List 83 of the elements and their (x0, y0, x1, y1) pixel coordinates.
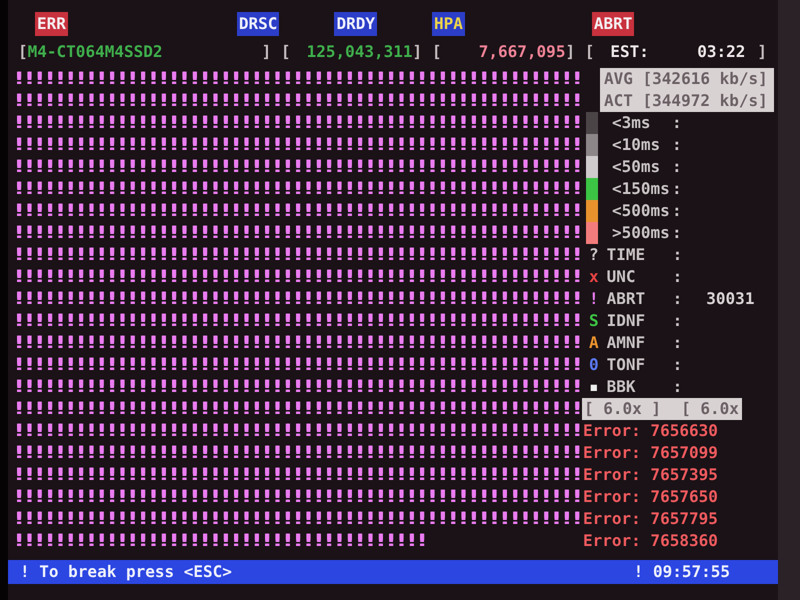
block-map-row: !!!!!!!!!!!!!!!!!!!!!!!!!!!!!!!!!!!!!!!!!!!!!!!!!!!!!!! (14, 442, 582, 464)
error-type-symbol: ? (589, 244, 599, 266)
block-map-row: !!!!!!!!!!!!!!!!!!!!!!!!!!!!!!!!!!!!!!!!!!!!!!!!!!!!!!! (14, 486, 582, 508)
scale-text: [ 6.0x (681, 398, 739, 420)
block-map-row: !!!!!!!!!!!!!!!!!!!!!!!!!!!!!!!!!!!!!!!!!!!!!!!!!!!!!!! (14, 464, 582, 486)
block-map-row: !!!!!!!!!!!!!!!!!!!!!!!!!!!!!!!!!!!!!!!!!!!!!!!!!!!!!!! (14, 332, 582, 354)
error-type-label: TIME (606, 245, 646, 264)
block-map-row: !!!!!!!!!!!!!!!!!!!!!!!!!!!!!!!!!!!!!!!!!!!!!!!!!!!!!!! (14, 134, 582, 156)
block-map-row: !!!!!!!!!!!!!!!!!!!!!!!!!!!!!!!!!!!!!!!!!!!!!!!!!!!!!!! (14, 244, 582, 266)
colon-text: : (672, 376, 682, 398)
block-map-row: !!!!!!!!!!!!!!!!!!!!!!!!!!!!!!!!!!!!!!!!!!!!!!!!!!!!!!! (14, 288, 582, 310)
status-clock: ! 09:57:55 (634, 561, 730, 583)
colon-text: : (672, 354, 682, 376)
actual-speed-text: ACT [344972 kb/s] (604, 90, 768, 112)
error-type-symbol: ▪ (589, 376, 599, 398)
block-map-row: !!!!!!!!!!!!!!!!!!!!!!!!!!!!!!!!!!!!!!!!!!!!!!!!!!!!!!! (14, 112, 582, 134)
scale-text: [ 6.0x ] (584, 398, 662, 420)
bracket-text: ] [ (565, 41, 594, 63)
error-type-symbol: x (589, 266, 599, 288)
block-map-row: !!!!!!!!!!!!!!!!!!!!!!!!!!!!!!!!!!!!!!!!!!!!!!!!!!!!!!! (14, 156, 582, 178)
average-speed-text: AVG [342616 kb/s] (604, 68, 768, 90)
colon-text: : (672, 178, 682, 200)
colon-text: : (672, 288, 682, 310)
drive-model-text: M4-CT064M4SSD2 (28, 41, 164, 63)
block-map-row: !!!!!!!!!!!!!!!!!!!!!!!!!!!!!!!!!!!!!!!!!!!!!!!!!!!!!!! (14, 222, 582, 244)
estimate-time: 03:22 (696, 41, 746, 63)
current-lba-text: 7,667,095 (478, 41, 566, 63)
latency-label: <50ms (612, 157, 660, 176)
error-type-label: IDNF (606, 311, 646, 330)
error-log-entry: Error: 7657795 (583, 508, 718, 530)
block-map-row: !!!!!!!!!!!!!!!!!!!!!!!!!!!!!!!!!!!!!!!!!!!!!!!!!!!!!!! (14, 68, 582, 90)
block-map-row: !!!!!!!!!!!!!!!!!!!!!!!!!!!!!!!!!!!!!!!!!!!!!!!!!!!!!!! (14, 420, 582, 442)
colon-text: : (672, 112, 682, 134)
status-flag: ERR (35, 12, 68, 36)
status-flag: DRSC (236, 12, 280, 36)
error-type-symbol: S (589, 310, 599, 332)
error-type-symbol: 0 (589, 354, 599, 376)
error-log-entry: Error: 7657650 (583, 486, 718, 508)
error-type-label: UNC (606, 267, 636, 286)
latency-label: <3ms (612, 113, 651, 132)
error-type-label: TONF (606, 355, 646, 374)
error-log-entry: Error: 7656630 (583, 420, 718, 442)
error-log-entry: Error: 7657395 (583, 464, 718, 486)
block-map-row: !!!!!!!!!!!!!!!!!!!!!!!!!!!!!!!!!!!!!!!!!!!!!!!!!!!!!!! (14, 376, 582, 398)
error-type-label: BBK (606, 377, 636, 396)
status-flag: DRDY (334, 12, 377, 36)
status-flag: ABRT (592, 12, 634, 36)
error-type-symbol: A (589, 332, 599, 354)
colon-text: : (672, 266, 682, 288)
bracket-text: [ (18, 41, 28, 63)
error-log-entry: Error: 7657099 (583, 442, 718, 464)
block-map-row: !!!!!!!!!!!!!!!!!!!!!!!!!!!!!!!!!!!!!!!!!!!!!!!!!!!!!!! (14, 354, 582, 376)
colon-text: : (672, 200, 682, 222)
colon-text: : (672, 222, 682, 244)
latency-label: >500ms (612, 223, 670, 242)
colon-text: : (672, 156, 682, 178)
block-map-row: !!!!!!!!!!!!!!!!!!!!!!!!!!!!!!!!!!!!!!!!!!!!!!!!!!!!!!! (14, 508, 582, 530)
latency-label: <150ms (612, 179, 670, 198)
block-map-row: !!!!!!!!!!!!!!!!!!!!!!!!!!!!!!!!!!!!!!!!!!!!!!!!!!!!!!! (14, 310, 582, 332)
latency-label: <500ms (612, 201, 670, 220)
error-type-label: ABRT (606, 289, 646, 308)
block-map-row: !!!!!!!!!!!!!!!!!!!!!!!!!!!!!!!!!!!!!!!!!!!!!!!!!!!!!!! (14, 266, 582, 288)
block-map-row: !!!!!!!!!!!!!!!!!!!!!!!!!!!!!!!!!!!!!!!! (14, 530, 428, 552)
status-flag: HPA (432, 12, 465, 36)
block-map-row: !!!!!!!!!!!!!!!!!!!!!!!!!!!!!!!!!!!!!!!!!!!!!!!!!!!!!!! (14, 90, 582, 112)
block-map-row: !!!!!!!!!!!!!!!!!!!!!!!!!!!!!!!!!!!!!!!!!!!!!!!!!!!!!!! (14, 398, 582, 420)
colon-text: : (672, 332, 682, 354)
error-type-label: AMNF (606, 333, 646, 352)
bracket-text: ] [ (412, 41, 442, 63)
block-map-row: !!!!!!!!!!!!!!!!!!!!!!!!!!!!!!!!!!!!!!!!!!!!!!!!!!!!!!! (14, 200, 582, 222)
status-message: ! To break press <ESC> (20, 561, 232, 583)
error-log-entry: Error: 7658360 (583, 530, 718, 552)
estimate-label: EST: (610, 41, 650, 63)
error-count: 30031 (706, 288, 754, 310)
colon-text: : (672, 134, 682, 156)
bracket-text: ] (757, 41, 767, 63)
error-type-symbol: ! (589, 288, 599, 310)
colon-text: : (672, 310, 682, 332)
total-lba-text: 125,043,311 (306, 41, 413, 63)
block-map-row: !!!!!!!!!!!!!!!!!!!!!!!!!!!!!!!!!!!!!!!!!!!!!!!!!!!!!!! (14, 178, 582, 200)
bracket-text: ] [ (262, 41, 291, 63)
colon-text: : (672, 244, 682, 266)
latency-label: <10ms (612, 135, 660, 154)
